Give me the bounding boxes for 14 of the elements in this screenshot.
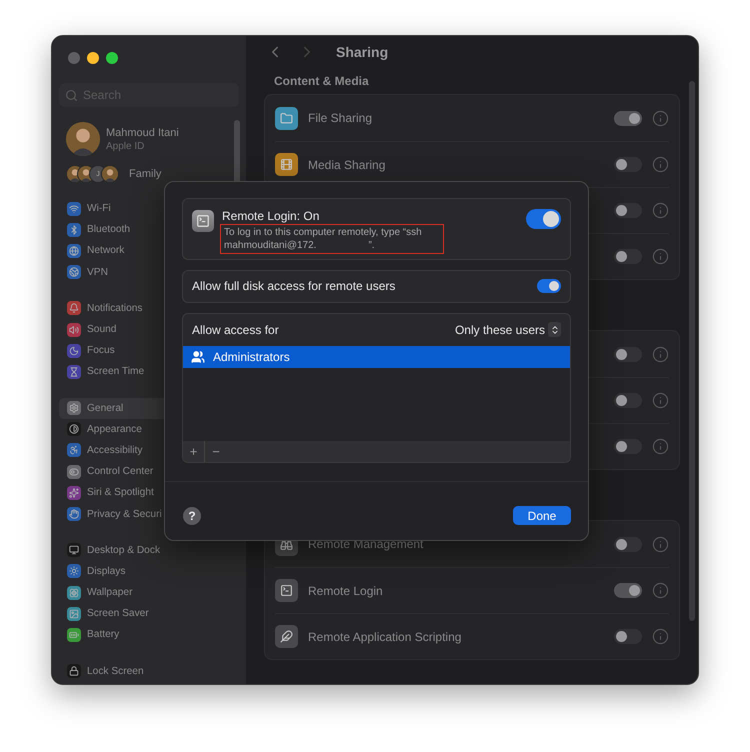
option-label: Allow full disk access for remote users [192, 279, 396, 294]
row-label: Remote Application Scripting [308, 630, 462, 644]
service-title: Remote Login: On [222, 209, 320, 224]
row-label: Remote Management [308, 537, 424, 551]
row-label: Remote Login [308, 584, 384, 598]
family-label: Family [129, 168, 162, 180]
row-label: File Sharing [308, 111, 374, 125]
access-label: Allow access for [192, 322, 280, 337]
account-subtitle: Apple ID [106, 140, 146, 152]
account-name: Mahmoud Itani [106, 126, 179, 140]
ssh-instructions: To log in to this computer remotely, type “ssh mahmouditani@172. ”. [222, 226, 442, 252]
window-title: Sharing [336, 44, 388, 60]
row-label: Media Sharing [308, 158, 386, 172]
section-header: Content & Media [274, 74, 369, 88]
